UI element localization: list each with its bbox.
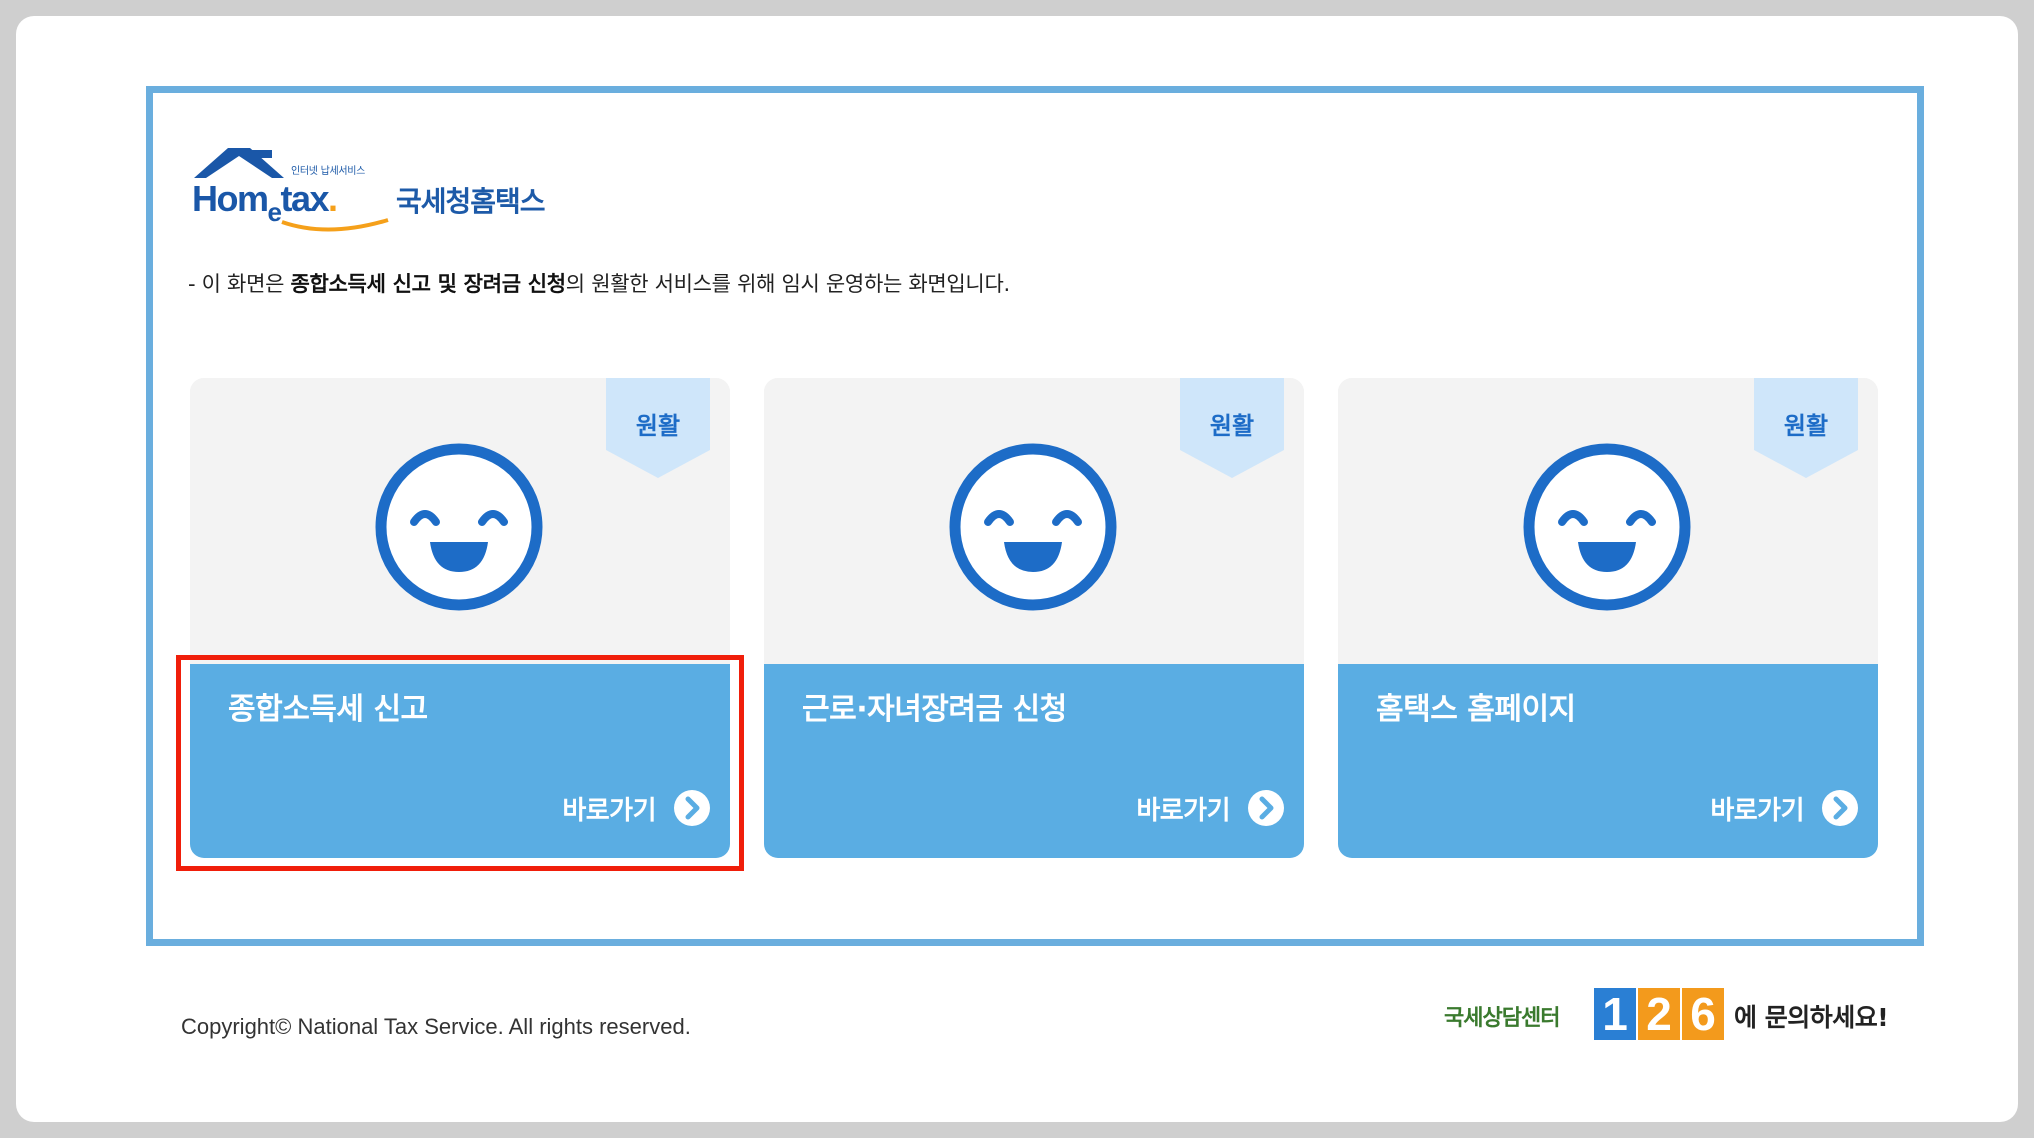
chevron-right-circle-icon: [1248, 790, 1284, 826]
go-label: 바로가기: [1136, 795, 1230, 826]
center-number: 1 2 6: [1594, 988, 1724, 1040]
status-badge: 원활: [1180, 378, 1284, 478]
smiley-face-icon: [375, 443, 543, 611]
copyright-text: Copyright© National Tax Service. All rig…: [181, 1014, 691, 1039]
card-title: 근로·자녀장려금 신청: [802, 692, 1067, 727]
notice-text: - 이 화면은 종합소득세 신고 및 장려금 신청의 원활한 서비스를 위해 임…: [188, 272, 1010, 296]
highlight-box: [176, 655, 744, 871]
status-label: 원활: [635, 412, 681, 440]
card-title: 홈택스 홈페이지: [1376, 692, 1576, 727]
go-link[interactable]: 바로가기: [1710, 788, 1860, 828]
card-earned-income-credit[interactable]: 원활 근로·자녀장려금 신청 바로가기: [764, 378, 1304, 858]
chevron-right-circle-icon: [1822, 790, 1858, 826]
center-digit: 6: [1682, 988, 1724, 1040]
card-hometax-homepage[interactable]: 원활 홈택스 홈페이지 바로가기: [1338, 378, 1878, 858]
center-digit: 1: [1594, 988, 1636, 1040]
status-label: 원활: [1209, 412, 1255, 440]
logo-korean-name: 국세청홈택스: [396, 185, 546, 218]
go-label: 바로가기: [1710, 795, 1804, 826]
center-suffix: 에 문의하세요!: [1734, 1003, 1889, 1032]
center-label: 국세상담센터: [1444, 1006, 1560, 1031]
status-badge: 원활: [606, 378, 710, 478]
status-badge: 원활: [1754, 378, 1858, 478]
smiley-face-icon: [949, 443, 1117, 611]
center-digit: 2: [1638, 988, 1680, 1040]
logo-swoosh-icon: [281, 218, 389, 232]
notice-bold: 종합소득세 신고 및 장려금 신청: [290, 272, 566, 296]
logo-wordmark: Hometax.: [192, 178, 338, 227]
tax-consulting-center: 국세상담센터 1 2 6 에 문의하세요!: [1444, 982, 1894, 1042]
go-link[interactable]: 바로가기: [1136, 788, 1286, 828]
hometax-logo[interactable]: 인터넷 납세서비스 Hometax. 국세청홈택스: [188, 140, 568, 240]
smiley-face-icon: [1523, 443, 1691, 611]
logo-subtitle: 인터넷 납세서비스: [291, 166, 366, 177]
status-label: 원활: [1783, 412, 1829, 440]
